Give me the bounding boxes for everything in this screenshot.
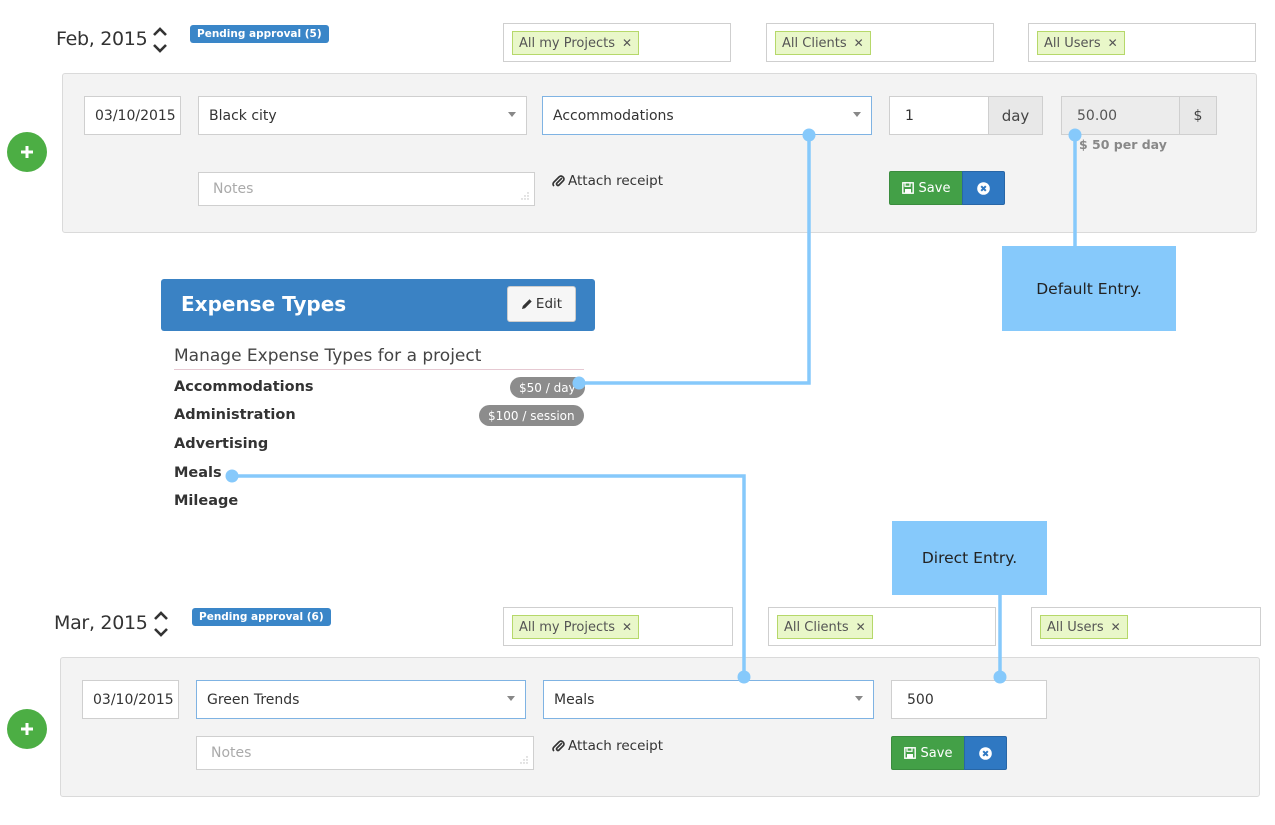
expense-type-item[interactable]: Meals (174, 465, 222, 481)
notes-field[interactable]: Notes (196, 736, 534, 770)
filter-tag: All my Projects ✕ (512, 31, 640, 55)
times-icon[interactable]: ✕ (856, 620, 866, 634)
users-filter[interactable]: All Users ✕ (1028, 23, 1256, 62)
floppy-disk-icon (903, 747, 916, 759)
resize-grip-icon (520, 756, 528, 764)
plus-icon (21, 723, 33, 735)
caret-down-icon (853, 112, 861, 117)
expense-type-item[interactable]: Advertising (174, 436, 268, 452)
expense-type-value: Accommodations (553, 107, 674, 124)
times-icon[interactable]: ✕ (622, 620, 632, 634)
add-entry-button[interactable] (7, 132, 47, 172)
expense-types-subtitle: Manage Expense Types for a project (174, 346, 584, 370)
amount-field: 50.00 (1061, 96, 1180, 135)
floppy-disk-icon (901, 182, 914, 194)
save-button[interactable]: Save (889, 171, 963, 205)
filter-tag: All Users ✕ (1037, 31, 1125, 55)
chevron-up-down-icon[interactable] (153, 609, 168, 639)
pending-approval-badge[interactable]: Pending approval (6) (192, 608, 331, 626)
expense-type-select[interactable]: Meals (543, 680, 874, 719)
attach-receipt-link[interactable]: Attach receipt (552, 738, 663, 754)
month-label-mar: Mar, 2015 (54, 612, 148, 634)
rate-badge: $100 / session (479, 405, 584, 426)
paperclip-icon (552, 174, 565, 187)
attach-receipt-link[interactable]: Attach receipt (552, 173, 663, 189)
circle-x-icon (977, 181, 990, 195)
clients-filter[interactable]: All Clients ✕ (766, 23, 994, 62)
plus-icon (21, 146, 33, 158)
quantity-field[interactable]: 1 (889, 96, 989, 135)
add-entry-button[interactable] (7, 709, 47, 749)
save-label: Save (918, 180, 951, 196)
circle-x-icon (979, 746, 992, 760)
expense-type-item[interactable]: Mileage (174, 493, 238, 509)
paperclip-icon (552, 739, 565, 752)
default-entry-callout: Default Entry. (1002, 246, 1176, 331)
expense-type-select[interactable]: Accommodations (542, 96, 872, 135)
date-field[interactable]: 03/10/2015 (82, 680, 179, 719)
users-filter[interactable]: All Users ✕ (1031, 607, 1261, 646)
direct-entry-callout: Direct Entry. (892, 521, 1047, 595)
filter-tag: All Clients ✕ (777, 615, 873, 639)
caret-down-icon (508, 112, 516, 117)
rate-hint: $ 50 per day (1079, 137, 1167, 152)
pencil-icon (521, 299, 532, 309)
filter-tag: All my Projects ✕ (512, 615, 640, 639)
project-select[interactable]: Green Trends (196, 680, 526, 719)
times-icon[interactable]: ✕ (1111, 620, 1121, 634)
edit-label: Edit (535, 296, 563, 312)
pending-approval-badge[interactable]: Pending approval (5) (190, 25, 329, 43)
projects-filter[interactable]: All my Projects ✕ (503, 23, 731, 62)
expense-types-header: Expense Types Edit (161, 279, 595, 331)
expense-type-value: Meals (554, 691, 595, 708)
projects-filter[interactable]: All my Projects ✕ (503, 607, 733, 646)
filter-tag: All Clients ✕ (775, 31, 871, 55)
edit-button[interactable]: Edit (507, 286, 576, 322)
notes-placeholder: Notes (213, 181, 254, 197)
expense-type-item[interactable]: Administration (174, 407, 296, 423)
save-label: Save (920, 745, 953, 761)
expense-type-item[interactable]: Accommodations (174, 379, 314, 395)
date-field[interactable]: 03/10/2015 (84, 96, 181, 135)
notes-field[interactable]: Notes (198, 172, 535, 206)
rate-badge: $50 / day (510, 377, 585, 398)
save-button[interactable]: Save (891, 736, 965, 770)
chevron-up-down-icon[interactable] (152, 25, 167, 55)
caret-down-icon (855, 696, 863, 701)
cancel-button[interactable] (962, 171, 1005, 205)
times-icon[interactable]: ✕ (854, 36, 864, 50)
attach-receipt-label: Attach receipt (568, 738, 664, 754)
notes-placeholder: Notes (211, 745, 252, 761)
project-select-value: Black city (209, 107, 277, 124)
month-label-feb: Feb, 2015 (56, 28, 148, 50)
connector-meals (232, 474, 746, 677)
project-select-value: Green Trends (207, 691, 300, 708)
expense-types-title: Expense Types (181, 292, 347, 316)
project-select[interactable]: Black city (198, 96, 527, 135)
connector-dot (225, 469, 239, 483)
caret-down-icon (507, 696, 515, 701)
times-icon[interactable]: ✕ (1108, 36, 1118, 50)
entry-panel-mar (60, 657, 1260, 797)
cancel-button[interactable] (964, 736, 1007, 770)
filter-tag: All Users ✕ (1040, 615, 1128, 639)
unit-addon: day (988, 96, 1043, 135)
clients-filter[interactable]: All Clients ✕ (768, 607, 996, 646)
currency-addon: $ (1179, 96, 1217, 135)
times-icon[interactable]: ✕ (622, 36, 632, 50)
resize-grip-icon (521, 192, 529, 200)
amount-field[interactable]: 500 (891, 680, 1047, 719)
attach-receipt-label: Attach receipt (568, 173, 664, 189)
